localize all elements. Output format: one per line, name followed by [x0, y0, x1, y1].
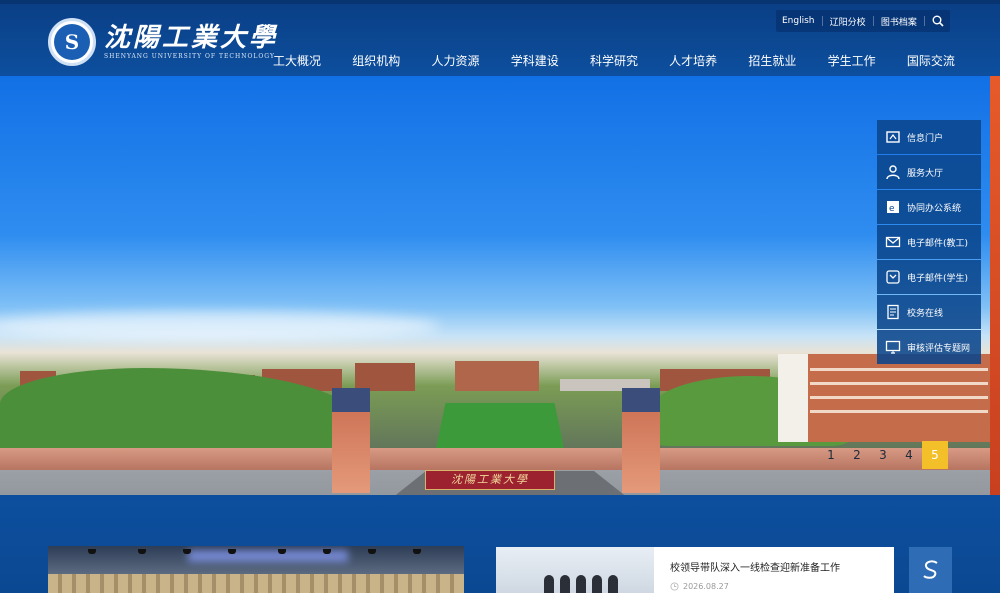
gate-sign: 沈陽工業大學 — [425, 470, 555, 490]
nav-item-human-resources[interactable]: 人力资源 — [422, 50, 488, 72]
mail-box-icon — [886, 270, 900, 284]
quick-link-school-affairs[interactable]: 校务在线 — [877, 295, 981, 329]
quick-link-portal[interactable]: 信息门户 — [877, 120, 981, 154]
office-icon: e — [887, 201, 899, 214]
main-nav: 工大概况 组织机构 人力资源 学科建设 科学研究 人才培养 招生就业 学生工作 … — [264, 50, 964, 72]
logo-chinese-name: 沈陽工業大學 — [104, 23, 279, 53]
svg-text:e: e — [889, 204, 895, 214]
slider-pagination: 1 2 3 4 5 — [818, 441, 948, 469]
nav-item-overview[interactable]: 工大概况 — [264, 50, 330, 72]
news-item[interactable]: 校领导带队深入一线检查迎新准备工作 2026.08.27 — [496, 547, 894, 593]
search-icon[interactable] — [932, 15, 944, 27]
slide-dot-2[interactable]: 2 — [844, 441, 870, 469]
university-logo[interactable]: S 沈陽工業大學 SHENYANG UNIVERSITY OF TECHNOLO… — [48, 18, 278, 66]
nav-item-admissions[interactable]: 招生就业 — [739, 50, 805, 72]
quick-links-panel: 信息门户 服务大厅 e 协同办公系统 电子邮件(教工) 电子邮件(学生) 校务在… — [877, 120, 981, 365]
nav-item-international[interactable]: 国际交流 — [898, 50, 964, 72]
gate-pillar-left — [332, 388, 370, 493]
news-date: 2026.08.27 — [670, 582, 840, 591]
quick-link-staff-email[interactable]: 电子邮件(教工) — [877, 225, 981, 259]
logo-english-name: SHENYANG UNIVERSITY OF TECHNOLOGY — [104, 53, 275, 60]
logo-s-icon — [922, 560, 938, 579]
quick-link-student-email[interactable]: 电子邮件(学生) — [877, 260, 981, 294]
right-edge-strip — [990, 76, 1000, 495]
user-icon — [886, 165, 900, 180]
news-title[interactable]: 校领导带队深入一线检查迎新准备工作 — [670, 559, 840, 574]
link-library[interactable]: 图书档案 — [881, 15, 917, 28]
nav-item-education[interactable]: 人才培养 — [660, 50, 726, 72]
news-thumbnail — [496, 547, 654, 593]
nav-item-organization[interactable]: 组织机构 — [343, 50, 409, 72]
document-icon — [887, 304, 899, 320]
featured-news-image[interactable] — [48, 546, 464, 593]
slide-dot-3[interactable]: 3 — [870, 441, 896, 469]
slide-dot-5[interactable]: 5 — [922, 441, 948, 469]
logo-seal-icon: S — [48, 18, 96, 66]
site-header: S 沈陽工業大學 SHENYANG UNIVERSITY OF TECHNOLO… — [0, 0, 1000, 76]
campus-building — [778, 354, 990, 442]
portal-icon — [886, 131, 900, 143]
divider — [872, 16, 874, 26]
nav-item-disciplines[interactable]: 学科建设 — [502, 50, 568, 72]
gate-pillar-right — [622, 388, 660, 493]
link-liaoyang-campus[interactable]: 辽阳分校 — [830, 15, 866, 28]
divider — [821, 16, 823, 26]
divider — [923, 16, 925, 26]
monitor-icon — [885, 340, 901, 354]
scroll-logo-button[interactable] — [909, 547, 952, 593]
logo-text: 沈陽工業大學 SHENYANG UNIVERSITY OF TECHNOLOGY — [104, 23, 278, 61]
slide-dot-1[interactable]: 1 — [818, 441, 844, 469]
quick-link-evaluation-site[interactable]: 审核评估专题网 — [877, 330, 981, 364]
nav-item-research[interactable]: 科学研究 — [581, 50, 647, 72]
hero-banner-image[interactable]: 沈陽工業大學 — [0, 76, 990, 495]
nav-item-student-affairs[interactable]: 学生工作 — [819, 50, 885, 72]
top-utility-bar: English 辽阳分校 图书档案 — [776, 10, 950, 32]
quick-link-service-hall[interactable]: 服务大厅 — [877, 155, 981, 189]
slide-dot-4[interactable]: 4 — [896, 441, 922, 469]
quick-link-office-system[interactable]: e 协同办公系统 — [877, 190, 981, 224]
cloud — [0, 311, 440, 341]
mail-icon — [885, 236, 901, 248]
clock-icon — [670, 582, 679, 591]
link-english[interactable]: English — [782, 16, 815, 26]
